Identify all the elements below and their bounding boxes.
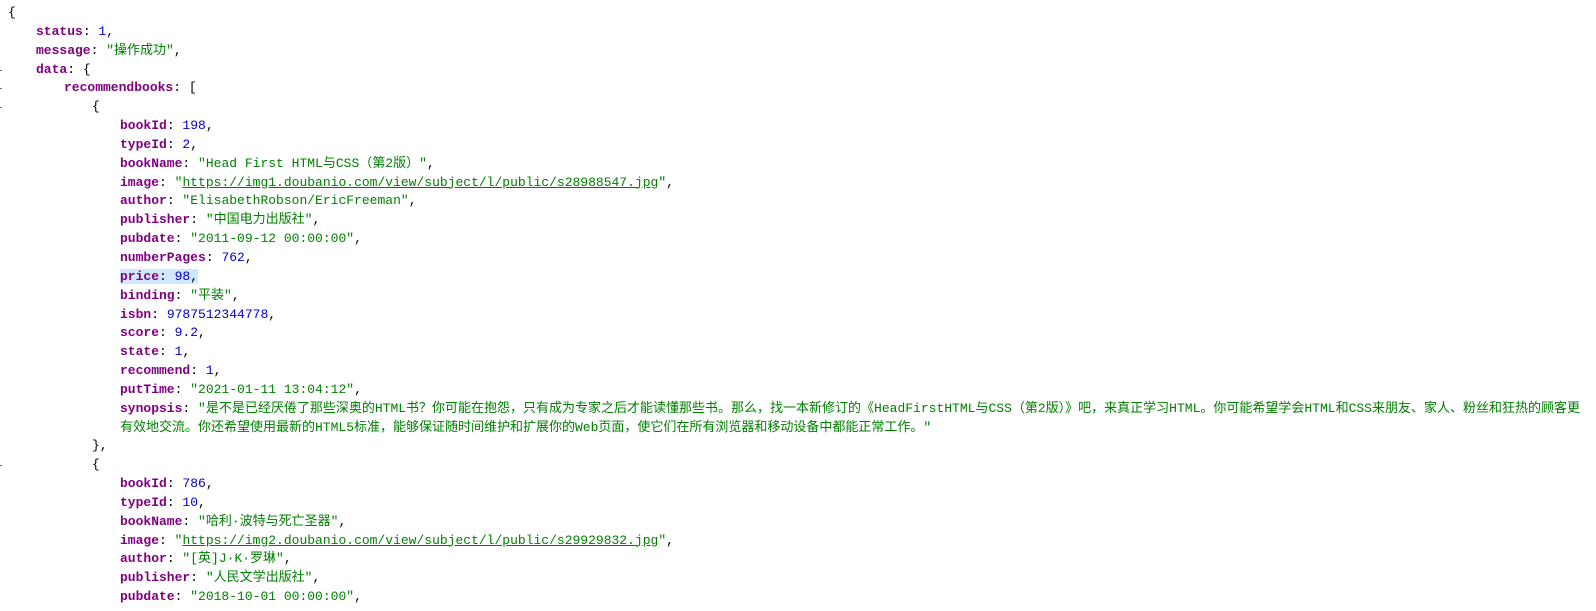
json-line-highlighted: price: 98, xyxy=(8,268,1588,287)
json-line: pubdate: 2011-09-12 00:00:00, xyxy=(8,230,1588,249)
json-line: bookName: 哈利·波特与死亡圣器, xyxy=(8,513,1588,532)
json-key: recommendbooks xyxy=(64,80,173,95)
json-key: image xyxy=(120,533,159,548)
json-key: binding xyxy=(120,288,175,303)
json-line: state: 1, xyxy=(8,343,1588,362)
json-key: bookId xyxy=(120,476,167,491)
json-key: bookName xyxy=(120,514,182,529)
json-line: pubdate: 2018-10-01 00:00:00, xyxy=(8,588,1588,607)
json-key: pubdate xyxy=(120,589,175,604)
json-value: 2011-09-12 00:00:00 xyxy=(190,231,354,246)
json-line: numberPages: 762, xyxy=(8,249,1588,268)
json-value: 786 xyxy=(182,476,205,491)
json-value: 1 xyxy=(206,363,214,378)
json-key: numberPages xyxy=(120,250,206,265)
json-line: - recommendbooks: [ xyxy=(8,79,1588,98)
json-line: bookName: Head First HTML与CSS（第2版）, xyxy=(8,155,1588,174)
json-value: ElisabethRobson/EricFreeman xyxy=(182,193,408,208)
json-line: publisher: 人民文学出版社, xyxy=(8,569,1588,588)
json-key: pubdate xyxy=(120,231,175,246)
collapse-toggle-icon[interactable]: - xyxy=(0,79,6,98)
json-line: score: 9.2, xyxy=(8,324,1588,343)
json-line: }, xyxy=(8,437,1588,456)
json-line: binding: 平装, xyxy=(8,287,1588,306)
json-value: 人民文学出版社 xyxy=(206,570,313,585)
json-value: 98 xyxy=(175,269,191,284)
json-key: price xyxy=(120,269,159,284)
json-key: putTime xyxy=(120,382,175,397)
json-line: synopsis: 是不是已经厌倦了那些深奥的HTML书？你可能在抱怨，只有成为… xyxy=(8,400,1588,438)
json-key: publisher xyxy=(120,212,190,227)
json-line: message: 操作成功, xyxy=(8,42,1588,61)
json-value: 中国电力出版社 xyxy=(206,212,313,227)
json-value: 操作成功 xyxy=(106,43,174,58)
json-key: synopsis xyxy=(120,401,182,416)
json-key: score xyxy=(120,325,159,340)
json-line: isbn: 9787512344778, xyxy=(8,306,1588,325)
json-line: bookId: 198, xyxy=(8,117,1588,136)
json-key: publisher xyxy=(120,570,190,585)
json-line: publisher: 中国电力出版社, xyxy=(8,211,1588,230)
json-key: state xyxy=(120,344,159,359)
json-line: recommend: 1, xyxy=(8,362,1588,381)
json-value: 198 xyxy=(182,118,205,133)
collapse-toggle-icon[interactable]: - xyxy=(0,98,6,117)
json-line: - { xyxy=(8,98,1588,117)
image-url-link[interactable]: https://img2.doubanio.com/view/subject/l… xyxy=(182,533,658,548)
json-value: [英]J·K·罗琳 xyxy=(182,551,283,566)
json-key: bookName xyxy=(120,156,182,171)
json-line: typeId: 2, xyxy=(8,136,1588,155)
json-key: data xyxy=(36,62,67,77)
json-value: 9.2 xyxy=(175,325,198,340)
json-value: Head First HTML与CSS（第2版） xyxy=(198,156,427,171)
json-line: image: "https://img2.doubanio.com/view/s… xyxy=(8,532,1588,551)
json-key: isbn xyxy=(120,307,151,322)
json-line: - { xyxy=(8,456,1588,475)
json-line: - data: { xyxy=(8,61,1588,80)
json-key: message xyxy=(36,43,91,58)
json-value: 10 xyxy=(182,495,198,510)
json-value: 是不是已经厌倦了那些深奥的HTML书？你可能在抱怨，只有成为专家之后才能读懂那些… xyxy=(120,401,1580,435)
json-line: status: 1, xyxy=(8,23,1588,42)
image-url-link[interactable]: https://img1.doubanio.com/view/subject/l… xyxy=(182,175,658,190)
json-line: author: [英]J·K·罗琳, xyxy=(8,550,1588,569)
collapse-toggle-icon[interactable]: - xyxy=(0,61,6,80)
json-line: typeId: 10, xyxy=(8,494,1588,513)
collapse-toggle-icon[interactable]: - xyxy=(0,456,6,475)
json-line: bookId: 786, xyxy=(8,475,1588,494)
json-value: 762 xyxy=(221,250,244,265)
json-key: image xyxy=(120,175,159,190)
json-key: recommend xyxy=(120,363,190,378)
json-key: typeId xyxy=(120,495,167,510)
json-value: 哈利·波特与死亡圣器 xyxy=(198,514,338,529)
json-key: status xyxy=(36,24,83,39)
json-key: author xyxy=(120,551,167,566)
json-value: 2021-01-11 13:04:12 xyxy=(190,382,354,397)
json-key: bookId xyxy=(120,118,167,133)
json-value: 9787512344778 xyxy=(167,307,268,322)
json-line: author: ElisabethRobson/EricFreeman, xyxy=(8,192,1588,211)
json-line: putTime: 2021-01-11 13:04:12, xyxy=(8,381,1588,400)
json-line: image: "https://img1.doubanio.com/view/s… xyxy=(8,174,1588,193)
json-value: 2018-10-01 00:00:00 xyxy=(190,589,354,604)
json-line: { xyxy=(8,4,1588,23)
json-value: 平装 xyxy=(190,288,232,303)
json-key: typeId xyxy=(120,137,167,152)
json-key: author xyxy=(120,193,167,208)
